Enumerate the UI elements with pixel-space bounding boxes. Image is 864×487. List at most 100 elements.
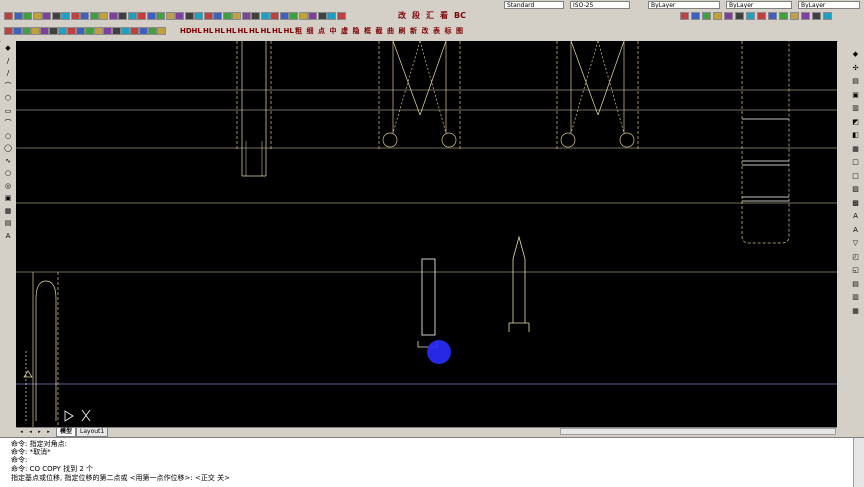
toolbar-glyph-button[interactable]: 粗 <box>295 26 302 36</box>
toolbar-glyph-button[interactable]: 曲 <box>387 26 394 36</box>
toolbar-icon-button[interactable] <box>175 12 184 20</box>
toolbar-icon-button[interactable] <box>757 12 766 20</box>
toolbar-glyph-button[interactable]: 虚 <box>341 26 348 36</box>
toolbar-glyph-button[interactable]: 刷 <box>399 26 406 36</box>
toolbar-icon-button[interactable] <box>790 12 799 20</box>
toolbar-icon-button[interactable] <box>118 12 127 20</box>
toolbar-icon-button[interactable] <box>327 12 336 20</box>
toolbar-glyph-button[interactable]: HL <box>272 26 282 36</box>
modify-tool-button[interactable]: ◱ <box>851 267 860 274</box>
toolbar-icon-button[interactable] <box>94 27 103 35</box>
draw-tool-button[interactable]: ▤ <box>3 220 13 227</box>
toolbar-icon-button[interactable] <box>130 27 139 35</box>
modify-tool-button[interactable]: ✣ <box>851 64 860 72</box>
command-window[interactable]: 命令: 指定对角点: 命令: *取消* 命令: 命令: CO COPY 找到 2… <box>0 437 864 487</box>
toolbar-icon-button[interactable] <box>13 27 22 35</box>
toolbar-glyph-button[interactable]: HL <box>284 26 294 36</box>
toolbar-glyph-button[interactable]: 改 <box>398 11 406 21</box>
toolbar-icon-button[interactable] <box>4 27 13 35</box>
command-scrollbar[interactable] <box>853 438 864 487</box>
toolbar-icon-button[interactable] <box>735 12 744 20</box>
toolbar-icon-button[interactable] <box>260 12 270 20</box>
modify-tool-button[interactable]: A <box>851 213 860 220</box>
draw-tool-button[interactable]: ▣ <box>3 195 13 202</box>
toolbar-icon-button[interactable] <box>148 27 157 35</box>
prev-tab-button[interactable]: ◂ <box>27 429 34 435</box>
toolbar-icon-button[interactable] <box>31 27 40 35</box>
draw-tool-button[interactable]: ⌒ <box>3 120 13 127</box>
layer-combo[interactable]: ByLayer <box>648 1 720 9</box>
toolbar-icon-button[interactable] <box>103 27 112 35</box>
toolbar-icon-button[interactable] <box>336 12 346 20</box>
toolbar-glyph-button[interactable]: 汇 <box>426 11 434 21</box>
modify-tool-button[interactable]: ▦ <box>851 145 860 153</box>
toolbar-icon-button[interactable] <box>146 12 156 20</box>
last-tab-button[interactable]: ▸ <box>45 429 52 435</box>
modify-tool-button[interactable]: A <box>851 226 860 234</box>
lineweight-combo[interactable]: ByLayer <box>798 1 860 9</box>
modify-tool-button[interactable]: □ <box>851 159 860 166</box>
toolbar-icon-button[interactable] <box>232 12 241 20</box>
toolbar-icon-button[interactable] <box>22 27 31 35</box>
toolbar-icon-button[interactable] <box>61 12 70 20</box>
toolbar-icon-button[interactable] <box>194 12 203 20</box>
draw-tool-button[interactable]: ○ <box>3 170 13 177</box>
toolbar-icon-button[interactable] <box>680 12 689 20</box>
toolbar-icon-button[interactable] <box>76 27 85 35</box>
toolbar-glyph-button[interactable]: 中 <box>330 26 337 36</box>
toolbar-glyph-button[interactable]: HD <box>180 26 192 36</box>
toolbar-icon-button[interactable] <box>713 12 722 20</box>
modify-tool-button[interactable]: ▤ <box>851 78 860 85</box>
toolbar-icon-button[interactable] <box>121 27 130 35</box>
toolbar-glyph-button[interactable]: 图 <box>456 26 463 36</box>
draw-tool-button[interactable]: ▦ <box>3 207 13 215</box>
dim-style-combo[interactable]: ISO-25 <box>570 1 630 9</box>
toolbar-glyph-button[interactable]: HL <box>226 26 236 36</box>
toolbar-icon-button[interactable] <box>165 12 175 20</box>
toolbar-icon-button[interactable] <box>779 12 788 20</box>
toolbar-glyph-button[interactable]: 框 <box>364 26 371 36</box>
modify-tool-button[interactable]: ▥ <box>851 105 860 112</box>
toolbar-icon-button[interactable] <box>23 12 32 20</box>
draw-tool-button[interactable]: A <box>3 232 13 240</box>
toolbar-icon-button[interactable] <box>801 12 810 20</box>
toolbar-icon-button[interactable] <box>184 12 194 20</box>
toolbar-glyph-button[interactable]: 截 <box>376 26 383 36</box>
draw-tool-button[interactable]: ◆ <box>3 45 13 52</box>
tab-layout1[interactable]: Layout1 <box>76 428 109 437</box>
modify-tool-button[interactable]: ◆ <box>851 51 860 58</box>
toolbar-icon-button[interactable] <box>203 12 213 20</box>
toolbar-glyph-button[interactable]: HL <box>238 26 248 36</box>
toolbar-glyph-button[interactable]: 改 <box>422 26 429 36</box>
toolbar-icon-button[interactable] <box>222 12 232 20</box>
draw-tool-button[interactable]: / <box>3 70 13 77</box>
toolbar-glyph-button[interactable]: 表 <box>433 26 440 36</box>
modify-tool-button[interactable]: ◧ <box>851 132 860 139</box>
tab-model[interactable]: 模型 <box>56 428 77 437</box>
toolbar-icon-button[interactable] <box>289 12 298 20</box>
toolbar-icon-button[interactable] <box>823 12 832 20</box>
toolbar-icon-button[interactable] <box>213 12 222 20</box>
toolbar-glyph-button[interactable]: 段 <box>412 11 420 21</box>
modify-tool-button[interactable]: □ <box>851 172 860 180</box>
toolbar-icon-button[interactable] <box>58 27 67 35</box>
draw-tool-button[interactable]: ⌒ <box>3 82 13 90</box>
draw-tool-button[interactable]: ○ <box>3 132 13 140</box>
toolbar-glyph-button[interactable]: 看 <box>440 11 448 21</box>
modify-tool-button[interactable]: ▤ <box>851 280 860 288</box>
modify-tool-button[interactable]: ▣ <box>851 91 860 99</box>
toolbar-icon-button[interactable] <box>70 12 80 20</box>
toolbar-icon-button[interactable] <box>67 27 76 35</box>
toolbar-glyph-button[interactable]: BC <box>454 11 466 21</box>
horizontal-scrollbar[interactable] <box>560 428 836 435</box>
toolbar-glyph-button[interactable]: HL <box>249 26 259 36</box>
modify-tool-button[interactable]: ▨ <box>851 186 860 193</box>
toolbar-icon-button[interactable] <box>768 12 777 20</box>
toolbar-icon-button[interactable] <box>80 12 89 20</box>
draw-tool-button[interactable]: ▭ <box>3 107 13 115</box>
toolbar-icon-button[interactable] <box>99 12 108 20</box>
toolbar-icon-button[interactable] <box>298 12 308 20</box>
toolbar-icon-button[interactable] <box>317 12 327 20</box>
linetype-combo[interactable]: ByLayer <box>726 1 792 9</box>
toolbar-icon-button[interactable] <box>724 12 733 20</box>
